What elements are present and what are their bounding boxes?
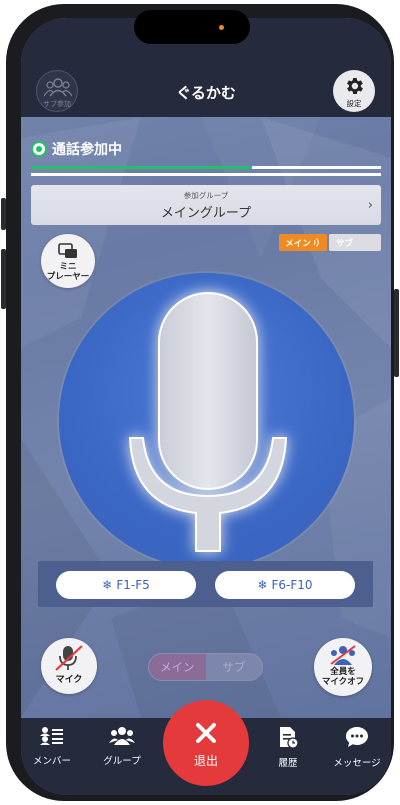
settings-label: 設定 [346,99,362,108]
microphone-icon [128,292,288,552]
audio-level-meter [31,166,381,169]
tab-groups-label: グループ [103,756,141,767]
route-sub-label: サブ [336,238,354,249]
groups-icon [109,727,135,745]
audio-level-divider [31,173,381,176]
tab-members-label: メンバー [32,756,71,767]
tab-history[interactable]: 履歴 [257,726,319,769]
toggle-main-option[interactable]: メイン [149,654,206,680]
sound-wave-icon [313,238,319,247]
exit-label: 退出 [193,754,218,768]
call-status-text: 通話参加中 [52,142,122,158]
side-button-volume-up [1,249,6,309]
side-button-power [394,289,399,377]
function-key-bar: ❄ F1-F5 ❄ F6-F10 [38,561,373,607]
mini-player-label-line1: ミニ [59,262,77,272]
route-main-label: メイン [285,238,311,249]
route-main-tab[interactable]: メイン [279,234,327,251]
fkey-right-label: F6-F10 [271,578,313,592]
camera-indicator-dot [219,25,224,30]
group-caption: 参加グループ [183,191,229,200]
toggle-sub-option[interactable]: サブ [206,654,263,680]
tab-messages-label: メッセージ [333,758,381,769]
mute-all-label: 全員を マイクオフ [314,667,372,687]
side-button-action [1,198,6,230]
settings-button[interactable]: 設定 [333,70,375,112]
mute-all-label-line1: 全員を [330,667,356,677]
mic-toggle-label: マイク [55,675,83,685]
mute-all-button[interactable]: 全員を マイクオフ [314,638,372,696]
tab-history-label: 履歴 [278,758,298,769]
app-screen: サブ参加 ぐるかむ 設定 通話参加中 参加グループ メイングループ › メイン … [21,18,391,795]
call-status: 通話参加中 [31,138,122,160]
status-indicator-icon [31,141,47,157]
chevron-right-icon: › [367,198,373,213]
snowflake-icon: ❄ [257,578,268,592]
mic-toggle-button[interactable]: マイク [41,638,97,694]
tab-members[interactable]: メンバー [21,726,83,767]
push-to-talk-circle[interactable] [59,273,354,568]
mute-all-label-line2: マイクオフ [321,677,365,687]
pip-window-icon [58,243,77,258]
group-name: メイングループ [160,206,252,221]
mic-off-icon [55,645,83,671]
history-document-icon [280,727,299,749]
tab-messages[interactable]: メッセージ [326,726,388,769]
group-selector-button[interactable]: 参加グループ メイングループ › [31,185,381,225]
close-icon [196,723,216,743]
dynamic-island [134,10,250,44]
group-mic-off-icon [330,645,356,665]
phone-frame: サブ参加 ぐるかむ 設定 通話参加中 参加グループ メイングループ › メイン … [1,4,399,801]
snowflake-icon: ❄ [102,578,113,592]
audio-level-fill [31,166,252,169]
main-sub-toggle[interactable]: メイン サブ [148,653,263,681]
tab-groups[interactable]: グループ [91,726,153,767]
fkey-group-f1-f5-button[interactable]: ❄ F1-F5 [56,571,196,599]
route-sub-tab[interactable]: サブ [329,234,381,251]
chat-bubble-icon [346,727,368,747]
fkey-group-f6-f10-button[interactable]: ❄ F6-F10 [215,571,355,599]
exit-button[interactable]: 退出 [163,700,249,786]
member-list-icon [40,727,63,745]
gear-icon [347,78,363,94]
fkey-left-label: F1-F5 [116,578,150,592]
